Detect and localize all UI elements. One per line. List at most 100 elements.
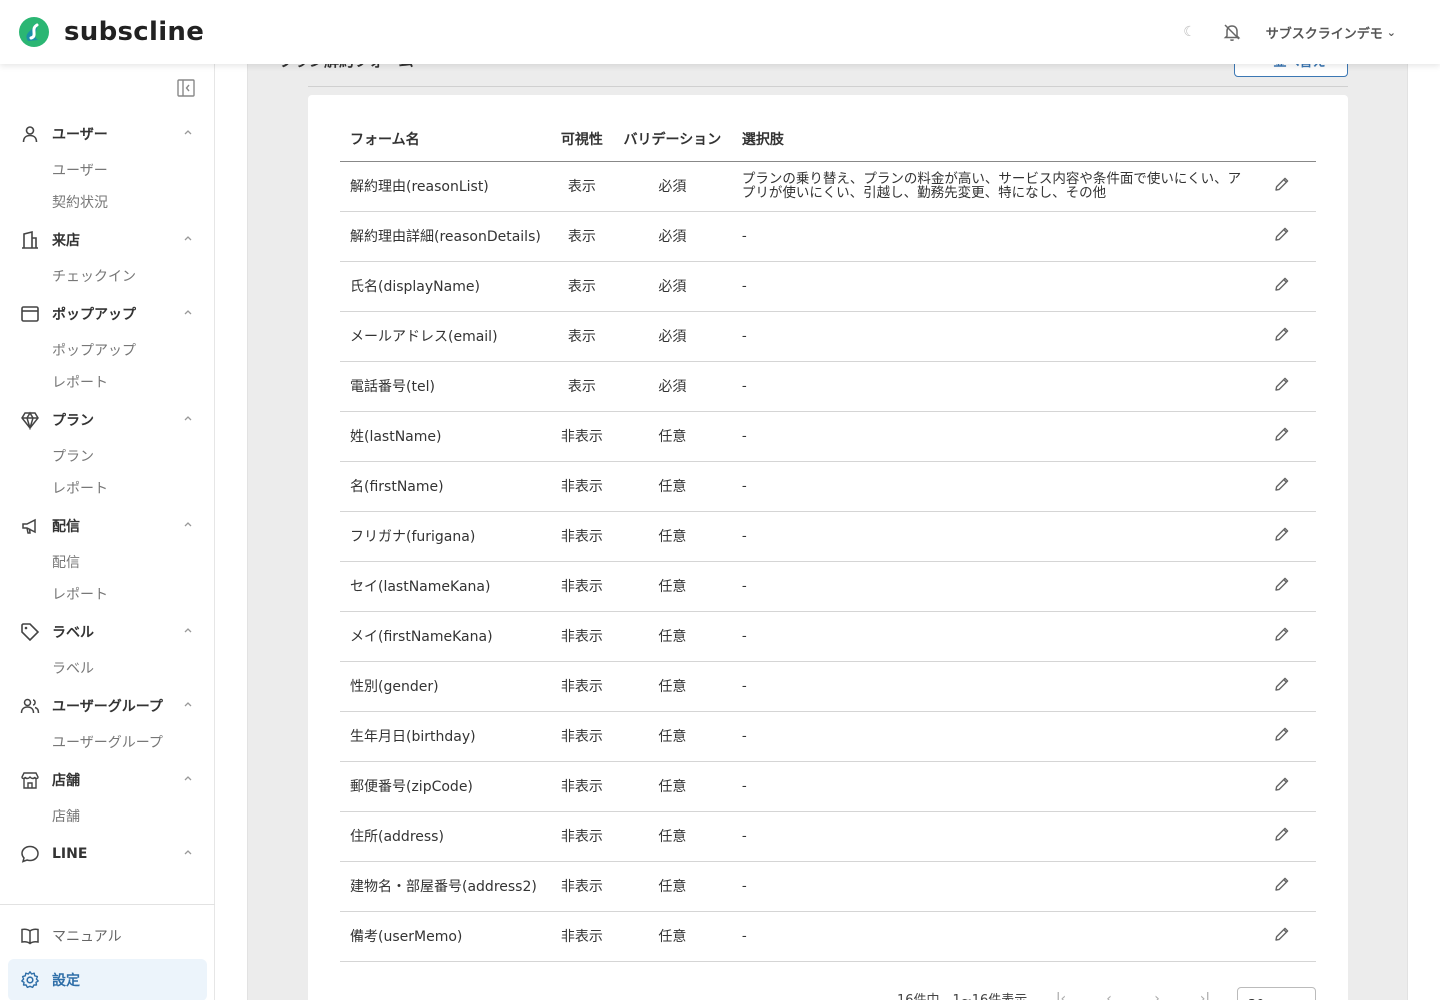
edit-pencil-icon[interactable] bbox=[1274, 526, 1290, 542]
edit-pencil-icon[interactable] bbox=[1274, 476, 1290, 492]
visibility-cell: 表示 bbox=[550, 161, 613, 212]
building-icon bbox=[20, 230, 40, 250]
nav-group-header[interactable]: 店舗 bbox=[0, 760, 215, 800]
field-name: 郵便番号(zipCode) bbox=[340, 761, 551, 812]
visibility-cell: 非表示 bbox=[550, 911, 613, 962]
prev-page-icon[interactable]: ‹ bbox=[1097, 989, 1121, 1000]
chevron-up-icon bbox=[184, 522, 192, 527]
sidebar-item-delivery[interactable]: 配信 bbox=[0, 546, 215, 578]
table-row: 名(firstName) 非表示 任意 - bbox=[340, 461, 1316, 512]
edit-pencil-icon[interactable] bbox=[1274, 626, 1290, 642]
chevron-up-icon bbox=[184, 236, 192, 241]
sidebar-item-popup-report[interactable]: レポート bbox=[0, 366, 215, 398]
validation-cell: 必須 bbox=[612, 311, 732, 362]
divider bbox=[308, 86, 1348, 87]
options-cell: - bbox=[731, 761, 1256, 812]
chevron-up-icon bbox=[184, 130, 192, 135]
options-cell: - bbox=[731, 211, 1256, 262]
nav-group-header[interactable]: 配信 bbox=[0, 506, 215, 546]
sidebar-item-users[interactable]: ユーザー bbox=[0, 154, 215, 186]
brand-logo[interactable]: subscline bbox=[16, 16, 204, 48]
tag-icon bbox=[20, 622, 40, 642]
last-page-icon[interactable]: ›| bbox=[1193, 989, 1217, 1000]
options-cell: - bbox=[731, 561, 1256, 612]
nav-group-user-group: ユーザーグループ ユーザーグループ bbox=[0, 686, 215, 758]
visibility-cell: 表示 bbox=[550, 261, 613, 312]
top-header: subscline ☾ サブスクラインデモ ⌄ bbox=[0, 0, 1440, 64]
sidebar-item-delivery-report[interactable]: レポート bbox=[0, 578, 215, 610]
sidebar-item-store[interactable]: 店舗 bbox=[0, 800, 215, 832]
sidebar-item-user-group[interactable]: ユーザーグループ bbox=[0, 726, 215, 758]
sidebar-item-plan[interactable]: プラン bbox=[0, 440, 215, 472]
nav-group-header[interactable]: 来店 bbox=[0, 220, 215, 260]
edit-pencil-icon[interactable] bbox=[1274, 426, 1290, 442]
table-row: 備考(userMemo) 非表示 任意 - bbox=[340, 911, 1316, 962]
options-cell: - bbox=[731, 411, 1256, 462]
field-name: 解約理由詳細(reasonDetails) bbox=[340, 211, 551, 262]
sidebar: ユーザー ユーザー 契約状況 来店 チェックイン ポップアップ ポップアップ レ… bbox=[0, 64, 215, 1000]
table-row: メールアドレス(email) 表示 必須 - bbox=[340, 311, 1316, 362]
nav-group-header[interactable]: ユーザー bbox=[0, 114, 215, 154]
options-cell: - bbox=[731, 311, 1256, 362]
sidebar-item-contracts[interactable]: 契約状況 bbox=[0, 186, 215, 218]
edit-pencil-icon[interactable] bbox=[1274, 176, 1290, 192]
sidebar-item-settings[interactable]: 設定 bbox=[8, 959, 207, 1000]
edit-pencil-icon[interactable] bbox=[1274, 326, 1290, 342]
field-name: 住所(address) bbox=[340, 811, 551, 862]
table-body: 解約理由(reasonList) 表示 必須 プランの乗り替え、プランの料金が高い、サ… bbox=[340, 161, 1316, 962]
nav-group-header[interactable]: LINE bbox=[0, 834, 215, 874]
edit-pencil-icon[interactable] bbox=[1274, 926, 1290, 942]
field-name: 生年月日(birthday) bbox=[340, 711, 551, 762]
sidebar-item-popup[interactable]: ポップアップ bbox=[0, 334, 215, 366]
main-content: プラン解約フォーム ⇅ 並べ替え フォーム名 可視性 バリデーション 選択肢 解… bbox=[215, 44, 1440, 1000]
validation-cell: 任意 bbox=[612, 761, 732, 812]
nav-group-header[interactable]: ユーザーグループ bbox=[0, 686, 215, 726]
column-header-actions bbox=[1256, 117, 1316, 162]
dark-mode-icon[interactable]: ☾ bbox=[1183, 24, 1196, 40]
visibility-cell: 非表示 bbox=[550, 811, 613, 862]
pagination: 16件中、1~16件表示 |‹ ‹ › ›| 30 ▼ bbox=[308, 985, 1348, 1000]
rows-per-page-select[interactable]: 30 ▼ bbox=[1237, 987, 1316, 1000]
edit-cell bbox=[1256, 711, 1316, 762]
chevron-up-icon bbox=[184, 416, 192, 421]
table-row: セイ(lastNameKana) 非表示 任意 - bbox=[340, 561, 1316, 612]
edit-pencil-icon[interactable] bbox=[1274, 226, 1290, 242]
next-page-icon[interactable]: › bbox=[1145, 989, 1169, 1000]
chevron-up-icon bbox=[184, 628, 192, 633]
edit-pencil-icon[interactable] bbox=[1274, 276, 1290, 292]
nav-group-header[interactable]: ラベル bbox=[0, 612, 215, 652]
validation-cell: 任意 bbox=[612, 861, 732, 912]
edit-cell bbox=[1256, 861, 1316, 912]
options-cell: - bbox=[731, 511, 1256, 562]
field-name: 備考(userMemo) bbox=[340, 911, 551, 962]
table-row: 住所(address) 非表示 任意 - bbox=[340, 811, 1316, 862]
nav-group-header[interactable]: ポップアップ bbox=[0, 294, 215, 334]
field-name: 解約理由(reasonList) bbox=[340, 161, 551, 212]
edit-pencil-icon[interactable] bbox=[1274, 876, 1290, 892]
edit-cell bbox=[1256, 311, 1316, 362]
edit-pencil-icon[interactable] bbox=[1274, 776, 1290, 792]
sidebar-item-plan-report[interactable]: レポート bbox=[0, 472, 215, 504]
table-row: 建物名・部屋番号(address2) 非表示 任意 - bbox=[340, 861, 1316, 912]
table-row: 解約理由詳細(reasonDetails) 表示 必須 - bbox=[340, 211, 1316, 262]
column-header-validation: バリデーション bbox=[612, 117, 732, 162]
visibility-cell: 表示 bbox=[550, 211, 613, 262]
nav-group-delivery: 配信 配信 レポート bbox=[0, 506, 215, 610]
visibility-cell: 非表示 bbox=[550, 561, 613, 612]
sidebar-item-label[interactable]: ラベル bbox=[0, 652, 215, 684]
sidebar-collapse-icon[interactable] bbox=[176, 78, 196, 98]
notification-off-icon[interactable] bbox=[1222, 22, 1242, 42]
brand-name: subscline bbox=[64, 17, 205, 47]
first-page-icon[interactable]: |‹ bbox=[1049, 989, 1073, 1000]
chevron-down-icon: ⌄ bbox=[1386, 25, 1396, 39]
edit-pencil-icon[interactable] bbox=[1274, 376, 1290, 392]
nav-group-header[interactable]: プラン bbox=[0, 400, 215, 440]
visibility-cell: 非表示 bbox=[550, 611, 613, 662]
edit-pencil-icon[interactable] bbox=[1274, 576, 1290, 592]
account-menu[interactable]: サブスクラインデモ ⌄ bbox=[1266, 23, 1396, 42]
sidebar-item-checkin[interactable]: チェックイン bbox=[0, 260, 215, 292]
edit-pencil-icon[interactable] bbox=[1274, 826, 1290, 842]
edit-pencil-icon[interactable] bbox=[1274, 726, 1290, 742]
sidebar-item-manual[interactable]: マニュアル bbox=[0, 915, 207, 957]
edit-pencil-icon[interactable] bbox=[1274, 676, 1290, 692]
